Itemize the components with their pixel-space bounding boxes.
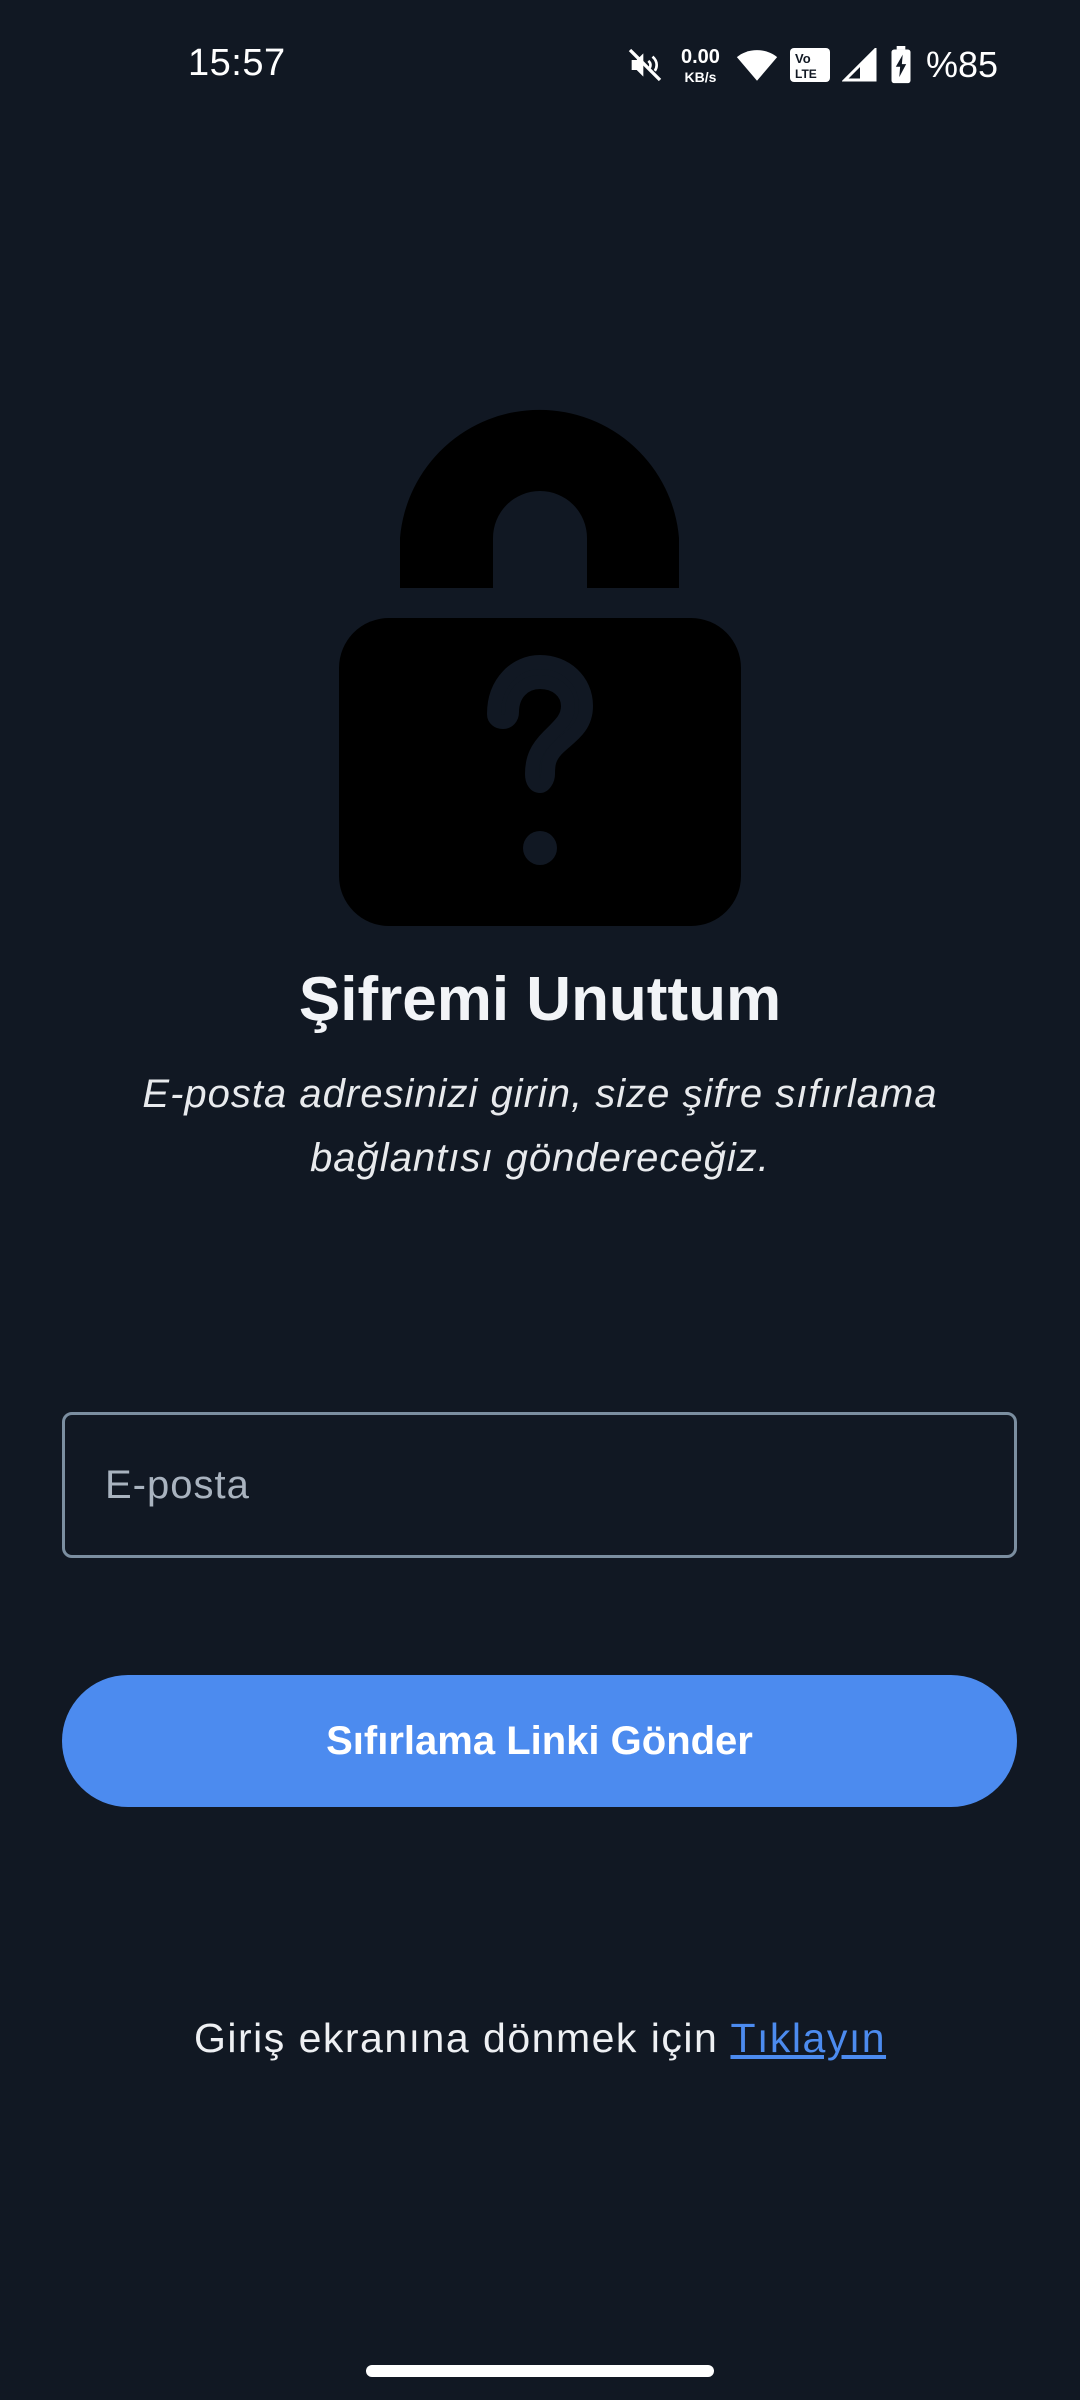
page-subtitle: E-posta adresinizi girin, size şifre sıf… (142, 1072, 938, 1180)
status-icons: 0.00 KB/s Vo LTE %85 (625, 40, 998, 90)
back-to-login-row: Giriş ekranına dönmek için Tıklayın (0, 2015, 1080, 2062)
status-bar: 15:57 0.00 KB/s Vo LTE %85 (0, 0, 1080, 135)
lock-question-icon (339, 400, 741, 926)
send-reset-link-label: Sıfırlama Linki Gönder (326, 1718, 753, 1763)
battery-charging-icon (890, 46, 912, 84)
net-speed-value: 0.00 (681, 45, 720, 68)
volte-top-text: Vo (795, 51, 811, 66)
email-placeholder: E-posta (105, 1462, 250, 1507)
send-reset-link-button[interactable]: Sıfırlama Linki Gönder (62, 1675, 1017, 1807)
net-speed-unit: KB/s (684, 68, 717, 85)
back-to-login-link[interactable]: Tıklayın (730, 2015, 886, 2061)
net-speed: 0.00 KB/s (681, 47, 720, 84)
back-to-login-text: Giriş ekranına dönmek için (193, 2015, 731, 2061)
status-time: 15:57 (188, 42, 286, 84)
wifi-icon (736, 47, 778, 83)
email-field[interactable]: E-posta (62, 1412, 1017, 1558)
mute-icon (625, 45, 665, 85)
signal-icon (841, 48, 878, 82)
forgot-password-screen: 15:57 0.00 KB/s Vo LTE %85 Şifremi Unutt… (0, 0, 1080, 2400)
page-title: Şifremi Unuttum (298, 965, 782, 1034)
volte-bottom-text: LTE (795, 67, 817, 81)
home-indicator[interactable] (366, 2365, 714, 2377)
battery-percent: %85 (925, 44, 998, 85)
volte-icon: Vo LTE (789, 48, 830, 82)
